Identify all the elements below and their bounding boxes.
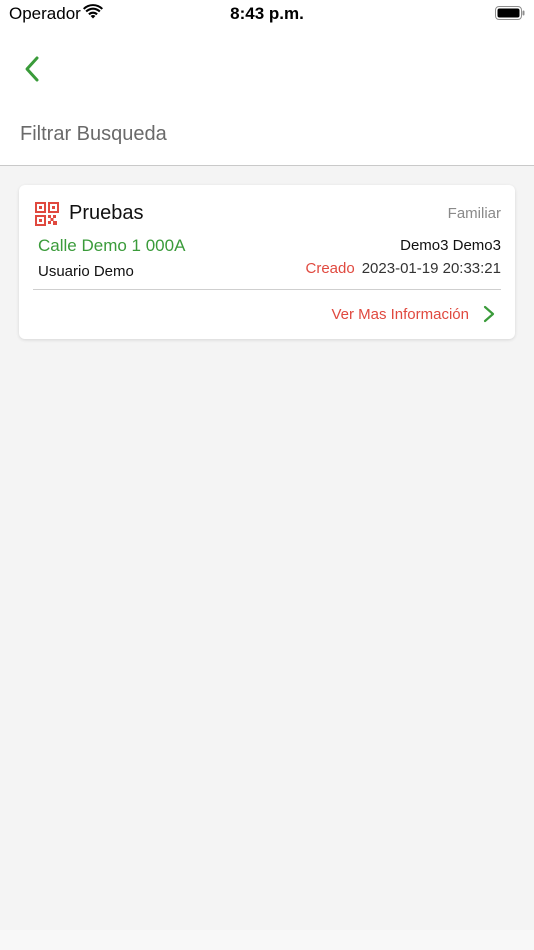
created-label: Creado — [305, 260, 355, 277]
card-divider — [33, 289, 501, 290]
record-card[interactable]: Pruebas Familiar Calle Demo 1 000A Demo3… — [19, 185, 515, 339]
battery-icon — [495, 6, 525, 20]
card-user: Usuario Demo — [38, 263, 134, 280]
filter-search-label: Filtrar Busqueda — [20, 123, 167, 145]
card-names: Demo3 Demo3 — [400, 237, 501, 254]
created-date: 2023-01-19 20:33:21 — [361, 260, 501, 277]
more-info-link[interactable]: Ver Mas Información — [331, 305, 495, 323]
card-title: Pruebas — [69, 202, 144, 224]
navigation-bar — [0, 30, 534, 100]
card-address: Calle Demo 1 000A — [38, 236, 186, 255]
back-button[interactable] — [18, 52, 46, 86]
chevron-right-icon — [483, 305, 495, 323]
home-indicator-area — [0, 930, 534, 950]
filter-search-bar[interactable]: Filtrar Busqueda — [0, 100, 534, 166]
more-info-label: Ver Mas Información — [331, 305, 469, 323]
card-created: Creado 2023-01-19 20:33:21 — [306, 260, 502, 277]
chevron-left-icon — [25, 56, 39, 82]
status-time: 8:43 p.m. — [230, 4, 304, 23]
qr-code-icon — [35, 202, 59, 226]
card-type-label: Familiar — [447, 205, 501, 222]
status-bar: Operador 8:43 p.m. — [0, 0, 534, 30]
